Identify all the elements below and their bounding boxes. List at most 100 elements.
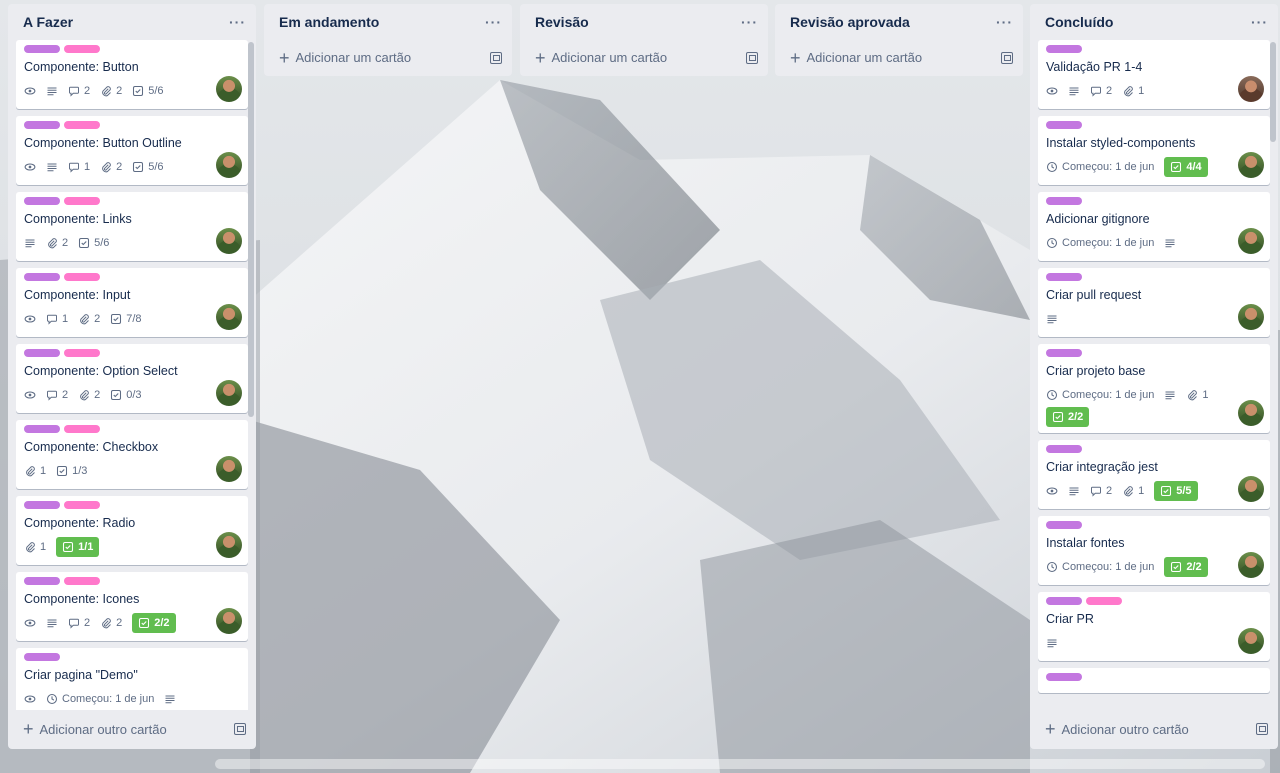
label-purple[interactable] <box>24 121 60 129</box>
label-purple[interactable] <box>1046 597 1082 605</box>
label-pink[interactable] <box>64 425 100 433</box>
label-purple[interactable] <box>24 273 60 281</box>
card[interactable]: Criar PR <box>1038 592 1270 661</box>
card-title: Componente: Button <box>24 60 139 74</box>
list-menu-icon[interactable]: ··· <box>485 14 502 30</box>
label-pink[interactable] <box>64 197 100 205</box>
card[interactable]: Componente: Checkbox 1 1/3 <box>16 420 248 489</box>
label-purple[interactable] <box>1046 521 1082 529</box>
label-purple[interactable] <box>24 349 60 357</box>
avatar[interactable] <box>1238 552 1264 578</box>
badge-text: 2 <box>84 617 91 629</box>
list-title[interactable]: Revisão <box>535 14 589 30</box>
avatar[interactable] <box>216 228 242 254</box>
card[interactable]: Instalar fontes Começou: 1 de jun 2/2 <box>1038 516 1270 585</box>
label-purple[interactable] <box>1046 121 1082 129</box>
list-menu-icon[interactable]: ··· <box>741 14 758 30</box>
board-scrollbar[interactable] <box>0 759 1280 769</box>
avatar[interactable] <box>1238 476 1264 502</box>
template-icon[interactable] <box>746 51 758 64</box>
card[interactable]: Criar pagina "Demo" Começou: 1 de jun6 <box>16 648 248 710</box>
card[interactable]: Criar projeto base Começou: 1 de jun 1 2/2 <box>1038 344 1270 433</box>
label-purple[interactable] <box>1046 197 1082 205</box>
template-icon[interactable] <box>1256 723 1268 735</box>
card[interactable]: Componente: Radio 1 1/1 <box>16 496 248 565</box>
add-card-button[interactable]: + Adicionar um cartão <box>264 39 512 76</box>
label-purple[interactable] <box>1046 445 1082 453</box>
label-pink[interactable] <box>64 577 100 585</box>
avatar[interactable] <box>1238 228 1264 254</box>
add-card-button[interactable]: + Adicionar um cartão <box>775 39 1023 76</box>
avatar[interactable] <box>1238 76 1264 102</box>
list-menu-icon[interactable]: ··· <box>996 14 1013 30</box>
card[interactable]: Validação PR 1-4 2 1 <box>1038 40 1270 109</box>
template-icon[interactable] <box>490 51 502 64</box>
add-card-button[interactable]: + Adicionar outro cartão <box>8 710 256 748</box>
add-card-button[interactable]: + Adicionar outro cartão <box>1030 710 1278 748</box>
avatar[interactable] <box>216 532 242 558</box>
card-labels <box>1046 45 1262 53</box>
avatar[interactable] <box>1238 152 1264 178</box>
label-purple[interactable] <box>24 197 60 205</box>
list-header: Em andamento ··· <box>264 4 512 39</box>
card[interactable]: Criar pull request <box>1038 268 1270 337</box>
label-pink[interactable] <box>1086 597 1122 605</box>
label-purple[interactable] <box>1046 273 1082 281</box>
card-badges: Começou: 1 de jun 4/4 <box>1046 157 1262 177</box>
badge-text: 2 <box>116 85 123 97</box>
label-purple[interactable] <box>1046 349 1082 357</box>
list-title[interactable]: A Fazer <box>23 14 73 30</box>
badge-text: 1/1 <box>78 541 94 553</box>
label-pink[interactable] <box>64 273 100 281</box>
label-pink[interactable] <box>64 45 100 53</box>
label-pink[interactable] <box>64 501 100 509</box>
avatar[interactable] <box>1238 400 1264 426</box>
label-pink[interactable] <box>64 121 100 129</box>
template-icon[interactable] <box>234 723 246 735</box>
card-title: Instalar styled-components <box>1046 136 1196 150</box>
card[interactable]: Componente: Button Outline 1 2 5/6 <box>16 116 248 185</box>
card[interactable]: Componente: Button 2 2 5/6 <box>16 40 248 109</box>
avatar[interactable] <box>216 152 242 178</box>
card[interactable] <box>1038 668 1270 693</box>
avatar[interactable] <box>216 380 242 406</box>
list-title[interactable]: Em andamento <box>279 14 379 30</box>
list-scrollbar[interactable] <box>248 42 254 417</box>
add-card-button[interactable]: + Adicionar um cartão <box>520 39 768 76</box>
label-purple[interactable] <box>24 45 60 53</box>
label-purple[interactable] <box>1046 45 1082 53</box>
label-purple[interactable] <box>24 653 60 661</box>
avatar[interactable] <box>216 456 242 482</box>
list-title[interactable]: Revisão aprovada <box>790 14 910 30</box>
board-scrollbar-thumb[interactable] <box>215 759 1265 769</box>
list-header: Revisão aprovada ··· <box>775 4 1023 39</box>
label-pink[interactable] <box>64 349 100 357</box>
label-purple[interactable] <box>1046 673 1082 681</box>
card[interactable]: Componente: Option Select 2 2 0/3 <box>16 344 248 413</box>
list-menu-icon[interactable]: ··· <box>229 14 246 30</box>
list-menu-icon[interactable]: ··· <box>1251 14 1268 30</box>
avatar[interactable] <box>216 304 242 330</box>
list-title[interactable]: Concluído <box>1045 14 1113 30</box>
card[interactable]: Adicionar gitignore Começou: 1 de jun <box>1038 192 1270 261</box>
card-badges: 2 2 2/2 <box>24 613 240 633</box>
avatar[interactable] <box>1238 304 1264 330</box>
list-em-andamento: Em andamento ··· + Adicionar um cartão <box>264 4 512 76</box>
label-purple[interactable] <box>24 501 60 509</box>
label-purple[interactable] <box>24 425 60 433</box>
card[interactable]: Criar integração jest 2 1 5/5 <box>1038 440 1270 509</box>
card-labels <box>24 425 240 433</box>
template-icon[interactable] <box>1001 51 1013 64</box>
label-purple[interactable] <box>24 577 60 585</box>
avatar[interactable] <box>216 76 242 102</box>
card-badges <box>1046 633 1262 653</box>
list-scrollbar[interactable] <box>1270 42 1276 142</box>
comment-badge: 2 <box>1090 481 1112 501</box>
avatar[interactable] <box>1238 628 1264 654</box>
card[interactable]: Instalar styled-components Começou: 1 de … <box>1038 116 1270 185</box>
card[interactable]: Componente: Links 2 5/6 <box>16 192 248 261</box>
avatar[interactable] <box>216 608 242 634</box>
attachment-icon <box>24 541 36 553</box>
card[interactable]: Componente: Icones 2 2 2/2 <box>16 572 248 641</box>
card[interactable]: Componente: Input 1 2 7/8 <box>16 268 248 337</box>
